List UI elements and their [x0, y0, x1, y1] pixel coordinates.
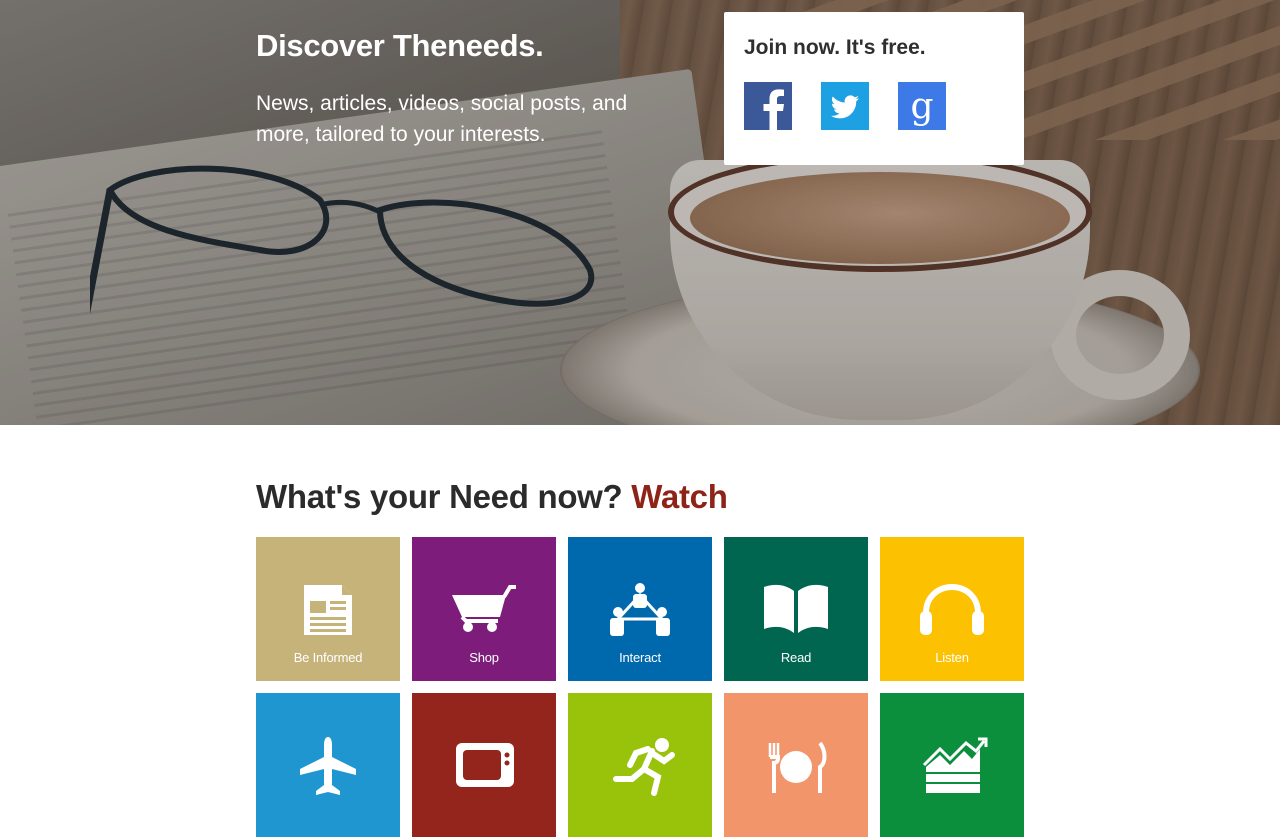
tile-read[interactable]: Read	[724, 537, 868, 681]
tile-be-informed[interactable]: Be Informed	[256, 537, 400, 681]
tile-sport[interactable]	[568, 693, 712, 837]
tile-travel[interactable]	[256, 693, 400, 837]
tile-label: Shop	[469, 650, 499, 665]
tile-label: Be Informed	[293, 650, 363, 665]
tile-shop[interactable]: Shop	[412, 537, 556, 681]
tile-interact[interactable]: Interact	[568, 537, 712, 681]
google-login-button[interactable]: g	[898, 82, 946, 130]
needs-heading-accent[interactable]: Watch	[631, 478, 728, 515]
stock-chart-icon	[922, 737, 988, 793]
social-login-row: g	[744, 82, 1004, 130]
tile-invest[interactable]	[880, 693, 1024, 837]
tile-label: Listen	[935, 650, 969, 665]
join-title: Join now. It's free.	[744, 36, 926, 59]
needs-heading-prefix: What's your Need now?	[256, 478, 623, 515]
tile-eat[interactable]	[724, 693, 868, 837]
tv-icon	[456, 743, 514, 787]
needs-heading: What's your Need now? Watch	[256, 478, 728, 516]
dining-icon	[768, 741, 827, 793]
twitter-login-button[interactable]	[821, 82, 869, 130]
hero-title: Discover Theneeds.	[256, 28, 544, 63]
runner-icon	[613, 738, 675, 796]
twitter-icon	[821, 82, 869, 130]
hero-subtitle: News, articles, videos, social posts, an…	[256, 92, 628, 146]
tile-label: Read	[780, 650, 812, 665]
google-icon: g	[898, 82, 946, 130]
hero-text: Discover Theneeds. News, articles, video…	[256, 28, 676, 150]
facebook-login-button[interactable]	[744, 82, 792, 130]
svg-text:g: g	[910, 86, 933, 127]
join-panel: Join now. It's free. g	[724, 12, 1024, 165]
tile-listen[interactable]: Listen	[880, 537, 1024, 681]
tile-watch[interactable]	[412, 693, 556, 837]
needs-tile-grid: Be Informed Shop Interact Read Listen	[256, 537, 1024, 837]
tile-label: Interact	[619, 650, 661, 665]
facebook-icon	[744, 82, 792, 130]
airplane-icon	[300, 737, 356, 795]
